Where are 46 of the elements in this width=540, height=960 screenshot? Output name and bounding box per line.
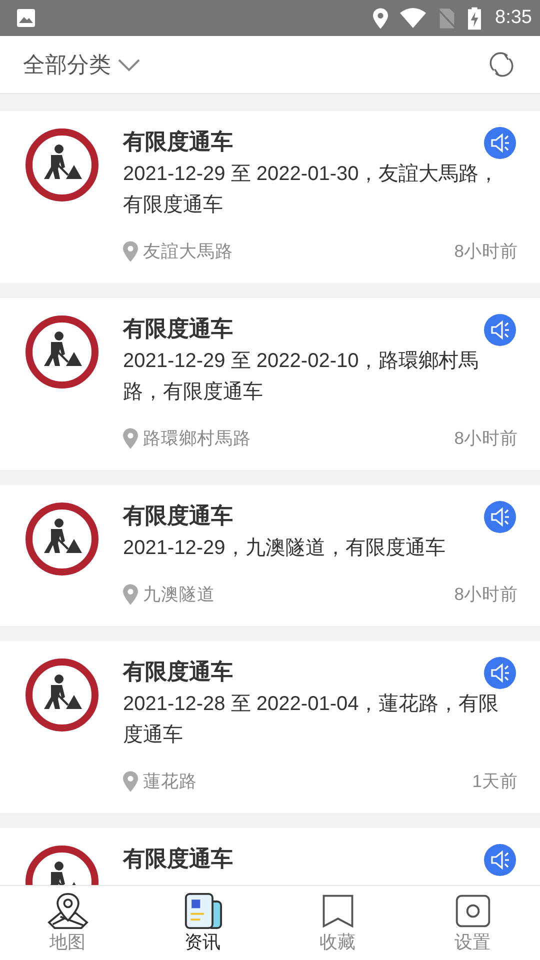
location-label: 路環鄉村馬路 [143,427,252,450]
road-work-sign-icon [24,314,100,390]
location-pin-icon [123,428,138,448]
notice-card[interactable]: 有限度通车 2021-12-28 至 2022-01-04，蓮花路，有限度通车 蓮花路 1天前 [0,641,540,813]
notice-description: 2021-12-29 至 2022-01-30，友誼大馬路，有限度通车 [123,162,500,218]
map-pin-icon [46,892,88,930]
road-work-sign-icon [24,657,100,733]
notice-title: 有限度通车 [123,128,234,156]
image-icon [16,8,36,28]
time-ago: 1天前 [472,770,518,793]
location-pin-icon [123,770,138,792]
time-ago: 8小时前 [454,583,518,606]
location-pin-icon [123,584,138,604]
location-pin-icon [123,240,138,262]
notice-title: 有限度通车 [123,502,234,530]
no-sim-icon [438,8,456,28]
speaker-icon[interactable] [484,844,516,876]
speaker-icon[interactable] [484,501,516,533]
wifi-icon [400,8,426,28]
notice-card[interactable]: 有限度通车 2021-12-29 至 2022-02-10，路環鄉村馬路，有限度通车 路環鄉村馬路 8小时前 [0,298,540,470]
battery-icon [468,6,482,30]
clock-time: 8:35 [495,7,532,29]
notice-title: 有限度通车 [123,845,234,873]
notice-title: 有限度通车 [123,315,234,343]
newspaper-icon [182,892,222,930]
speaker-icon[interactable] [484,314,516,346]
notice-description: 2021-12-29，九澳隧道，有限度通车 [123,536,446,561]
location-icon [373,8,388,28]
chevron-down-icon [117,58,141,72]
notice-card[interactable]: 有限度通车 [0,828,540,885]
category-dropdown[interactable]: 全部分类 [23,50,141,80]
notice-description: 2021-12-29 至 2022-02-10，路環鄉村馬路，有限度通车 [123,349,480,405]
notice-card[interactable]: 有限度通车 2021-12-29 至 2022-01-30，友誼大馬路，有限度通车 友誼大馬路 8小时前 [0,111,540,283]
notice-title: 有限度通车 [123,658,234,686]
road-work-sign-icon [24,501,100,577]
time-ago: 8小时前 [454,427,518,450]
location-label: 九澳隧道 [143,583,216,606]
speaker-icon[interactable] [484,127,516,159]
notice-card[interactable]: 有限度通车 2021-12-29，九澳隧道，有限度通车 九澳隧道 8小时前 [0,485,540,626]
road-work-sign-icon [24,127,100,203]
notice-description: 2021-12-28 至 2022-01-04，蓮花路，有限度通车 [123,692,500,748]
location-label: 友誼大馬路 [143,240,234,263]
refresh-icon[interactable] [488,51,515,78]
speaker-icon[interactable] [484,657,516,689]
time-ago: 8小时前 [454,240,518,263]
location-label: 蓮花路 [143,770,198,793]
